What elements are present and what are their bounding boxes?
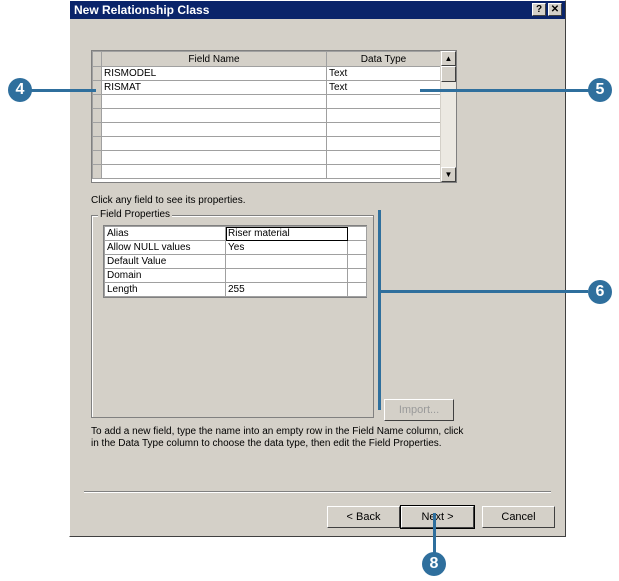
table-row[interactable]	[92, 108, 441, 123]
property-label: Alias	[104, 226, 226, 241]
help-button[interactable]: ?	[532, 3, 546, 16]
callout-6-bracket	[378, 210, 381, 410]
hint-text: Click any field to see its properties.	[91, 195, 246, 206]
table-row[interactable]	[92, 122, 441, 137]
field-name-cell[interactable]	[101, 150, 327, 165]
field-properties-title: Field Properties	[98, 209, 173, 220]
data-type-cell[interactable]	[326, 164, 441, 179]
field-name-cell[interactable]: RISMODEL	[101, 66, 327, 81]
close-button[interactable]: ✕	[548, 3, 562, 16]
property-label: Default Value	[104, 254, 226, 269]
table-row[interactable]	[92, 164, 441, 179]
next-button[interactable]: Next >	[400, 505, 475, 529]
field-properties-group: Field Properties Alias Riser material All…	[91, 209, 374, 418]
row-selector[interactable]	[92, 94, 102, 109]
property-extra-cell	[347, 240, 367, 255]
callout-6-marker: 6	[588, 280, 612, 304]
property-label: Domain	[104, 268, 226, 283]
row-selector[interactable]	[92, 136, 102, 151]
field-name-cell[interactable]	[101, 108, 327, 123]
row-selector[interactable]	[92, 150, 102, 165]
property-extra-cell	[347, 254, 367, 269]
field-name-cell[interactable]	[101, 136, 327, 151]
property-value[interactable]: Yes	[225, 240, 348, 255]
data-type-cell[interactable]: Text	[326, 66, 441, 81]
window-title: New Relationship Class	[74, 3, 210, 17]
data-type-cell[interactable]	[326, 136, 441, 151]
callout-6-leader	[378, 290, 588, 293]
import-button[interactable]: Import...	[384, 399, 454, 421]
column-header-field-name[interactable]: Field Name	[101, 51, 327, 67]
data-type-cell[interactable]	[326, 122, 441, 137]
data-type-cell[interactable]: Text	[326, 80, 441, 95]
field-name-cell[interactable]	[101, 122, 327, 137]
title-bar: New Relationship Class ? ✕	[70, 1, 565, 19]
data-type-cell[interactable]	[326, 94, 441, 109]
row-selector[interactable]	[92, 80, 102, 95]
property-value[interactable]	[225, 268, 348, 283]
property-extra-cell	[347, 226, 367, 241]
instructions-text: To add a new field, type the name into a…	[91, 426, 464, 449]
callout-5-marker: 5	[588, 78, 612, 102]
row-selector[interactable]	[92, 122, 102, 137]
scroll-down-button[interactable]: ▼	[441, 167, 456, 182]
property-row[interactable]: Alias Riser material	[104, 226, 367, 241]
data-type-cell[interactable]	[326, 108, 441, 123]
table-row[interactable]	[92, 150, 441, 165]
callout-5-leader	[420, 89, 590, 92]
row-selector[interactable]	[92, 164, 102, 179]
callout-8-marker: 8	[422, 552, 446, 576]
fields-grid: Field Name Data Type RISMODEL Text RISMAT…	[91, 50, 457, 183]
property-row[interactable]: Default Value	[104, 254, 367, 269]
field-name-cell[interactable]: RISMAT	[101, 80, 327, 95]
property-value[interactable]: 255	[225, 282, 348, 297]
property-row[interactable]: Length 255	[104, 282, 367, 297]
callout-4-leader	[30, 89, 96, 92]
property-row[interactable]: Domain	[104, 268, 367, 283]
property-value[interactable]	[225, 254, 348, 269]
property-label: Allow NULL values	[104, 240, 226, 255]
property-value[interactable]: Riser material	[225, 226, 348, 241]
field-name-cell[interactable]	[101, 94, 327, 109]
property-label: Length	[104, 282, 226, 297]
row-selector-header	[92, 51, 102, 67]
table-row[interactable]: RISMODEL Text	[92, 66, 441, 81]
new-relationship-class-dialog: New Relationship Class ? ✕ Field Name Da…	[69, 0, 566, 537]
table-row[interactable]	[92, 136, 441, 151]
column-header-data-type[interactable]: Data Type	[326, 51, 441, 67]
fields-grid-header: Field Name Data Type	[92, 51, 441, 67]
field-properties-table: Alias Riser material Allow NULL values Yes…	[103, 225, 367, 298]
back-button[interactable]: < Back	[327, 506, 400, 528]
callout-8-leader	[433, 513, 436, 553]
scroll-up-button[interactable]: ▲	[441, 51, 456, 66]
row-selector[interactable]	[92, 66, 102, 81]
property-extra-cell	[347, 268, 367, 283]
scroll-thumb[interactable]	[441, 66, 456, 82]
property-extra-cell	[347, 282, 367, 297]
cancel-button[interactable]: Cancel	[482, 506, 555, 528]
row-selector[interactable]	[92, 108, 102, 123]
table-row[interactable]: RISMAT Text	[92, 80, 441, 95]
table-row[interactable]	[92, 94, 441, 109]
callout-4-marker: 4	[8, 78, 32, 102]
data-type-cell[interactable]	[326, 150, 441, 165]
vertical-scrollbar[interactable]: ▲ ▼	[440, 51, 456, 182]
property-row[interactable]: Allow NULL values Yes	[104, 240, 367, 255]
field-name-cell[interactable]	[101, 164, 327, 179]
separator	[84, 491, 551, 493]
